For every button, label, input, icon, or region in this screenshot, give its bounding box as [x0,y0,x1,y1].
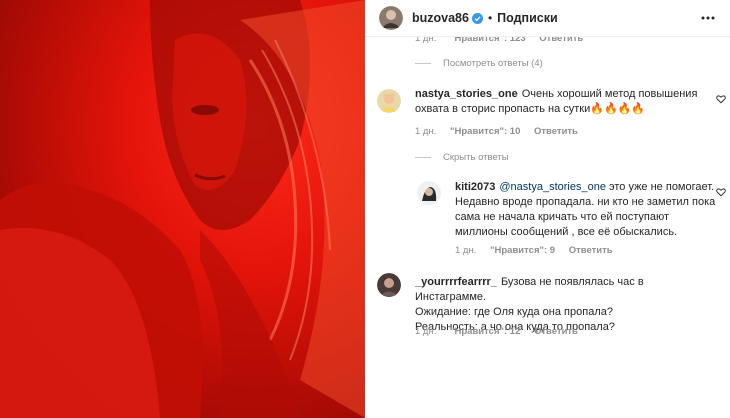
reply-button[interactable]: Ответить [569,245,613,256]
comment-time: 1 дн. [415,126,437,137]
comment-meta: 1 дн. "Нравится": 12 Ответить [415,326,589,337]
post-header: buzova86 • Подписки [365,0,730,37]
comment-meta: 1 дн. "Нравится": 10 Ответить [415,126,589,137]
comment-time: 1 дн. [455,245,477,256]
reply-body: kiti2073 @nastya_stories_one это уже не п… [455,180,725,240]
commenter-avatar[interactable] [377,273,401,297]
commenter-avatar[interactable] [377,89,401,113]
comment-time: 1 дн. [415,326,437,337]
like-heart-icon[interactable] [716,187,726,197]
comment-meta: 1 дн. "Нравится": 9 Ответить [455,245,624,256]
comment-text-line: Недавно вроде пропадала. ни кто не замет… [455,196,716,208]
hide-replies-toggle[interactable]: Скрыть ответы [415,152,509,163]
comment-likes[interactable]: "Нравится": 12 [450,326,520,337]
divider [415,63,431,64]
comment-username[interactable]: kiti2073 [455,181,495,193]
reply-button[interactable]: Ответить [534,326,578,337]
comment-username[interactable]: nastya_stories_one [415,88,518,100]
commenter-avatar[interactable] [417,181,441,205]
post-photo[interactable] [0,0,365,418]
comment-text-line: охвата в сторис пропасть на сутки🔥🔥🔥🔥 [415,103,646,115]
author-username[interactable]: buzova86 [412,11,469,25]
comment-text-line: сама не начала кричать что ей поступают [455,211,669,223]
portrait-image [0,0,365,418]
author-avatar[interactable] [379,6,403,30]
verified-badge-icon [471,12,483,24]
header-separator: • [487,11,493,25]
comment-text-line: Ожидание: где Оля куда она пропала? [415,306,613,318]
comment-body: nastya_stories_one Очень хороший метод по… [415,87,705,117]
comment-likes[interactable]: "Нравится": 10 [450,126,520,137]
following-button[interactable]: Подписки [497,11,558,25]
mention-link[interactable]: @nastya_stories_one [499,181,606,193]
comment-likes[interactable]: "Нравится": 9 [490,245,555,256]
comment-text-line: Очень хороший метод повышения [521,88,698,100]
like-heart-icon[interactable] [716,94,726,104]
divider [415,157,431,158]
comment-text-line: миллионы сообщений , все её обыскались. [455,226,678,238]
comments-panel: buzova86 • Подписки 1 дн. "Нравится": 12… [365,0,730,418]
comment-text-line: это уже не помогает. [605,181,715,193]
comment-username[interactable]: _yourrrrfearrrr_ [415,276,497,288]
view-replies-label: Посмотреть ответы (4) [443,58,543,69]
view-replies-toggle[interactable]: Посмотреть ответы (4) [415,58,543,69]
comments-list: 1 дн. "Нравится": 123 Ответить Посмотрет… [365,33,730,418]
hide-replies-label: Скрыть ответы [443,152,509,163]
more-options-icon[interactable] [700,11,716,25]
reply-button[interactable]: Ответить [534,126,578,137]
